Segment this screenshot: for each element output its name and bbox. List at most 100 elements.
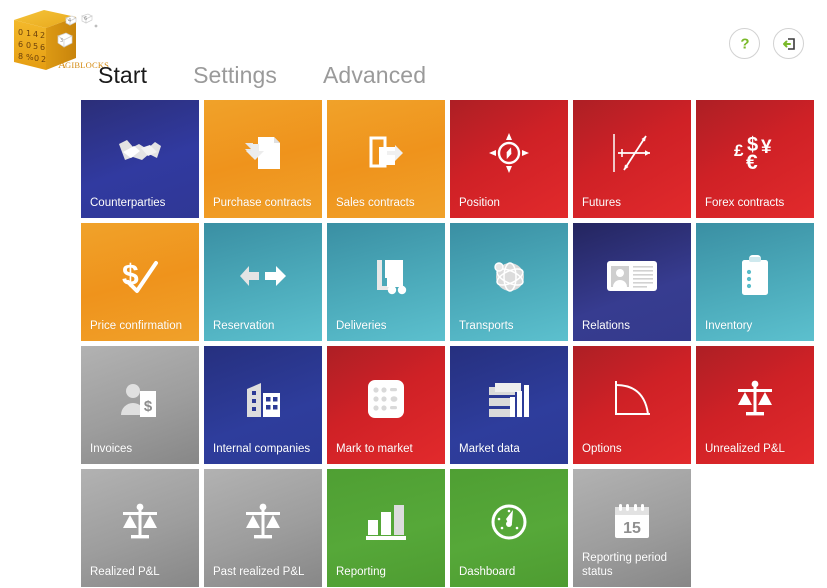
calendar-day-number: 15 — [623, 520, 641, 537]
tile-dashboard[interactable]: Dashboard — [450, 469, 568, 587]
svg-text:0: 0 — [18, 28, 23, 37]
tile-label: Past realized P&L — [213, 565, 305, 578]
svg-text:6: 6 — [18, 40, 23, 49]
tile-label: Dashboard — [459, 565, 516, 578]
tile-internal-companies[interactable]: Internal companies — [204, 346, 322, 464]
svg-text:2: 2 — [41, 55, 46, 64]
tab-start[interactable]: Start — [98, 62, 147, 89]
tile-sales-contracts[interactable]: Sales contracts — [327, 100, 445, 218]
scales-icon — [696, 372, 814, 426]
handshake-icon — [81, 126, 199, 180]
tile-deliveries[interactable]: Deliveries — [327, 223, 445, 341]
tile-reservation[interactable]: Reservation — [204, 223, 322, 341]
svg-text:5: 5 — [33, 42, 38, 51]
gauge-icon — [450, 495, 568, 549]
document-export-icon — [327, 126, 445, 180]
svg-text:£: £ — [734, 141, 744, 160]
document-import-icon — [204, 126, 322, 180]
svg-text:0: 0 — [26, 41, 31, 50]
tile-label: Sales contracts — [336, 196, 415, 209]
tile-label: Unrealized P&L — [705, 442, 785, 455]
clipboard-icon — [696, 249, 814, 303]
tile-label: Position — [459, 196, 500, 209]
svg-text:4: 4 — [33, 30, 38, 39]
tile-grid: Counterparties Purchase contracts Sales … — [81, 100, 827, 587]
tile-label: Deliveries — [336, 319, 387, 332]
tile-label: Counterparties — [90, 196, 166, 209]
tile-price-confirmation[interactable]: $ Price confirmation — [81, 223, 199, 341]
svg-text:¥: ¥ — [761, 137, 772, 158]
tile-inventory[interactable]: Inventory — [696, 223, 814, 341]
svg-text:€: € — [746, 151, 758, 174]
scales-icon — [81, 495, 199, 549]
tile-label: Inventory — [705, 319, 753, 332]
tile-unrealized-pl[interactable]: Unrealized P&L — [696, 346, 814, 464]
tile-forex-contracts[interactable]: £ $ ¥ € Forex contracts — [696, 100, 814, 218]
svg-text:6: 6 — [40, 43, 45, 52]
tile-mark-to-market[interactable]: Mark to market — [327, 346, 445, 464]
left-right-arrows-icon — [204, 249, 322, 303]
tile-label: Invoices — [90, 442, 133, 455]
tab-advanced[interactable]: Advanced — [323, 62, 426, 89]
id-card-icon — [573, 249, 691, 303]
forklift-icon — [327, 249, 445, 303]
buildings-icon — [204, 372, 322, 426]
svg-text:0: 0 — [34, 54, 39, 63]
tile-invoices[interactable]: $ Invoices — [81, 346, 199, 464]
tile-label: Purchase contracts — [213, 196, 312, 209]
tile-reporting-period-status[interactable]: 15 Reporting period status — [573, 469, 691, 587]
svg-text:1: 1 — [26, 29, 31, 38]
tile-options[interactable]: Options — [573, 346, 691, 464]
tile-transports[interactable]: Transports — [450, 223, 568, 341]
logout-icon[interactable] — [773, 28, 804, 59]
tile-label: Mark to market — [336, 442, 413, 455]
tile-label: Realized P&L — [90, 565, 160, 578]
header-actions: ? — [729, 28, 804, 59]
calendar-15-icon: 15 — [573, 495, 691, 549]
tile-label: Reservation — [213, 319, 275, 332]
svg-text:%: % — [26, 53, 34, 62]
dollar-check-icon: $ — [81, 249, 199, 303]
tile-counterparties[interactable]: Counterparties — [81, 100, 199, 218]
tile-label: Futures — [582, 196, 621, 209]
start-page: 0142 6056 8% 0 2 346 A GIBLOCKS Start Se… — [0, 0, 827, 588]
bar-chart-icon — [327, 495, 445, 549]
tile-market-data[interactable]: Market data — [450, 346, 568, 464]
line-chart-icon — [573, 126, 691, 180]
tile-realized-pl[interactable]: Realized P&L — [81, 469, 199, 587]
scales-icon — [204, 495, 322, 549]
tile-position[interactable]: Position — [450, 100, 568, 218]
tile-past-realized-pl[interactable]: Past realized P&L — [204, 469, 322, 587]
help-icon[interactable]: ? — [729, 28, 760, 59]
tile-label: Price confirmation — [90, 319, 183, 332]
bar-chart-stack-icon — [450, 372, 568, 426]
person-invoice-icon: $ — [81, 372, 199, 426]
curve-graph-icon — [573, 372, 691, 426]
compass-icon — [450, 126, 568, 180]
svg-text:$: $ — [144, 398, 153, 415]
svg-text:6: 6 — [84, 16, 87, 22]
svg-text:?: ? — [740, 35, 749, 52]
tile-label: Forex contracts — [705, 196, 785, 209]
svg-text:3: 3 — [60, 38, 63, 44]
calculator-icon — [327, 372, 445, 426]
tile-purchase-contracts[interactable]: Purchase contracts — [204, 100, 322, 218]
svg-text:4: 4 — [68, 18, 71, 24]
tile-reporting[interactable]: Reporting — [327, 469, 445, 587]
tile-label: Relations — [582, 319, 630, 332]
tile-relations[interactable]: Relations — [573, 223, 691, 341]
tile-label: Market data — [459, 442, 520, 455]
tab-settings[interactable]: Settings — [193, 62, 277, 89]
tile-label: Options — [582, 442, 622, 455]
tile-futures[interactable]: Futures — [573, 100, 691, 218]
currency-symbols-icon: £ $ ¥ € — [696, 126, 814, 180]
svg-text:2: 2 — [40, 31, 45, 40]
tile-label: Reporting — [336, 565, 386, 578]
globe-icon — [450, 249, 568, 303]
tile-label: Transports — [459, 319, 514, 332]
app-header: 0142 6056 8% 0 2 346 A GIBLOCKS Start Se… — [0, 0, 827, 100]
main-tabs: Start Settings Advanced — [98, 62, 472, 89]
tile-label: Internal companies — [213, 442, 311, 455]
svg-text:8: 8 — [18, 52, 23, 61]
tile-label: Reporting period status — [582, 552, 668, 578]
